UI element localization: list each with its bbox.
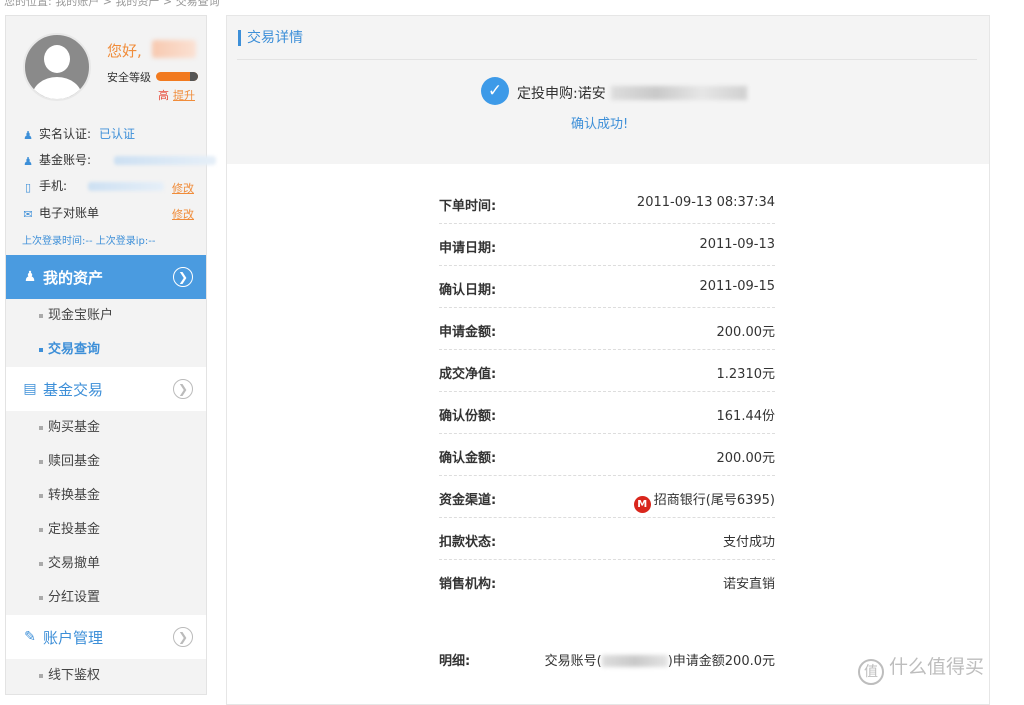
detail-label: 明细: [439, 654, 471, 669]
security-level-bar [156, 72, 198, 81]
phone-row: ▯ 手机: [22, 178, 67, 194]
table-row: 销售机构: 诺安直销 [439, 577, 775, 592]
table-row: 扣款状态: 支付成功 [439, 518, 775, 560]
masked-username [152, 40, 196, 58]
ebill-label: 电子对账单 [39, 206, 100, 220]
book-icon: ✎ [24, 629, 36, 645]
breadcrumb: 您的位置: 我的账户 > 我的资产 > 交易查询 [4, 0, 220, 8]
submenu-my-assets: 现金宝账户 交易查询 [6, 299, 206, 367]
mail-icon: ✉ [23, 208, 33, 221]
menu-my-assets-label: 我的资产 [43, 268, 104, 287]
masked-fund-name [611, 86, 747, 100]
fund-account-label: 基金账号: [39, 153, 92, 167]
menu-account-management-label: 账户管理 [43, 628, 104, 647]
user-icon: ♟ [23, 129, 33, 142]
edit-ebill-link[interactable]: 修改 [172, 206, 194, 222]
sidebar-item-trade-query[interactable]: 交易查询 [6, 333, 206, 367]
submenu-account-management: 线下鉴权 [6, 659, 206, 693]
sidebar-item-redeem-fund[interactable]: 赎回基金 [6, 445, 206, 479]
watermark-logo-icon: 值 [858, 659, 884, 685]
user-icon: ♟ [23, 269, 37, 285]
table-row: 申请金额: 200.00元 [439, 308, 775, 350]
table-row: 确认日期: 2011-09-15 [439, 266, 775, 308]
fund-account-row: ♟ 基金账号: [22, 152, 91, 168]
greeting: 您好, [107, 42, 142, 60]
sidebar: 您好, 安全等级 高 提升 ♟ 实名认证: 已认证 ♟ 基金账号: ▯ 手机: 修改 ✉… [5, 15, 216, 695]
sidebar-item-offline-auth[interactable]: 线下鉴权 [6, 659, 206, 693]
table-row: 申请日期: 2011-09-13 [439, 224, 775, 266]
sidebar-item-dividend-settings[interactable]: 分红设置 [6, 581, 206, 615]
table-row: 确认份额: 161.44份 [439, 392, 775, 434]
detail-value: 交易账号()申请金额200.0元 [544, 654, 775, 669]
realname-row: ♟ 实名认证: 已认证 [22, 126, 135, 142]
sidebar-item-fixed-invest[interactable]: 定投基金 [6, 513, 206, 547]
chevron-right-icon: ❯ [173, 267, 193, 287]
id-icon: ♟ [23, 155, 33, 168]
realname-value: 已认证 [99, 127, 136, 141]
trade-detail-panel: 交易详情 ✓ 定投申购:诺安 确认成功! 下单时间: 2011-09-13 08:… [226, 15, 990, 705]
masked-phone [88, 182, 164, 191]
menu-fund-trade-label: 基金交易 [43, 380, 104, 399]
profile-panel: 您好, 安全等级 高 提升 ♟ 实名认证: 已认证 ♟ 基金账号: ▯ 手机: 修改 ✉… [6, 16, 216, 255]
table-row: 下单时间: 2011-09-13 08:37:34 [439, 182, 775, 224]
menu-fund-trade[interactable]: ▤ 基金交易 ❯ [6, 367, 206, 411]
divider [237, 59, 977, 60]
security-level-value: 高 [158, 89, 169, 102]
sidebar-item-convert-fund[interactable]: 转换基金 [6, 479, 206, 513]
sidebar-item-buy-fund[interactable]: 购买基金 [6, 411, 206, 445]
menu-account-management[interactable]: ✎ 账户管理 ❯ [6, 615, 206, 659]
masked-fund-account [114, 156, 216, 165]
chevron-right-icon: ❯ [173, 379, 193, 399]
bank-logo-icon: M [633, 496, 651, 513]
upgrade-security-link[interactable]: 提升 [173, 87, 195, 103]
page-title: 交易详情 [238, 30, 303, 46]
check-icon: ✓ [481, 77, 509, 105]
security-label: 安全等级 [107, 71, 151, 84]
table-row: 资金渠道: M 招商银行(尾号6395) [439, 476, 775, 518]
confirm-status: 确认成功! [571, 117, 629, 132]
table-row: 确认金额: 200.00元 [439, 434, 775, 476]
realname-label: 实名认证: [39, 127, 92, 141]
avatar[interactable] [23, 33, 91, 101]
last-login-info: 上次登录时间:-- 上次登录ip:-- [22, 236, 156, 247]
trade-detail-header: 交易详情 ✓ 定投申购:诺安 确认成功! [227, 16, 989, 164]
sidebar-item-cash-account[interactable]: 现金宝账户 [6, 299, 206, 333]
masked-trade-account [601, 655, 668, 667]
chart-icon: ▤ [23, 381, 37, 397]
edit-phone-link[interactable]: 修改 [172, 180, 194, 196]
chevron-right-icon: ❯ [173, 627, 193, 647]
watermark: 值什么值得买 [858, 652, 984, 685]
submenu-fund-trade: 购买基金 赎回基金 转换基金 定投基金 交易撤单 分红设置 [6, 411, 206, 615]
phone-label: 手机: [39, 179, 68, 193]
phone-icon: ▯ [24, 181, 32, 194]
deal-title: 定投申购:诺安 [517, 86, 606, 102]
trade-detail-summary: 明细: 交易账号()申请金额200.0元 [439, 648, 775, 669]
sidebar-item-cancel-trade[interactable]: 交易撤单 [6, 547, 206, 581]
table-row: 成交净值: 1.2310元 [439, 350, 775, 392]
menu-my-assets[interactable]: ♟ 我的资产 ❯ [6, 255, 206, 299]
trade-detail-table: 下单时间: 2011-09-13 08:37:34 申请日期: 2011-09-13… [439, 182, 775, 602]
ebill-row: ✉ 电子对账单 [22, 205, 99, 221]
